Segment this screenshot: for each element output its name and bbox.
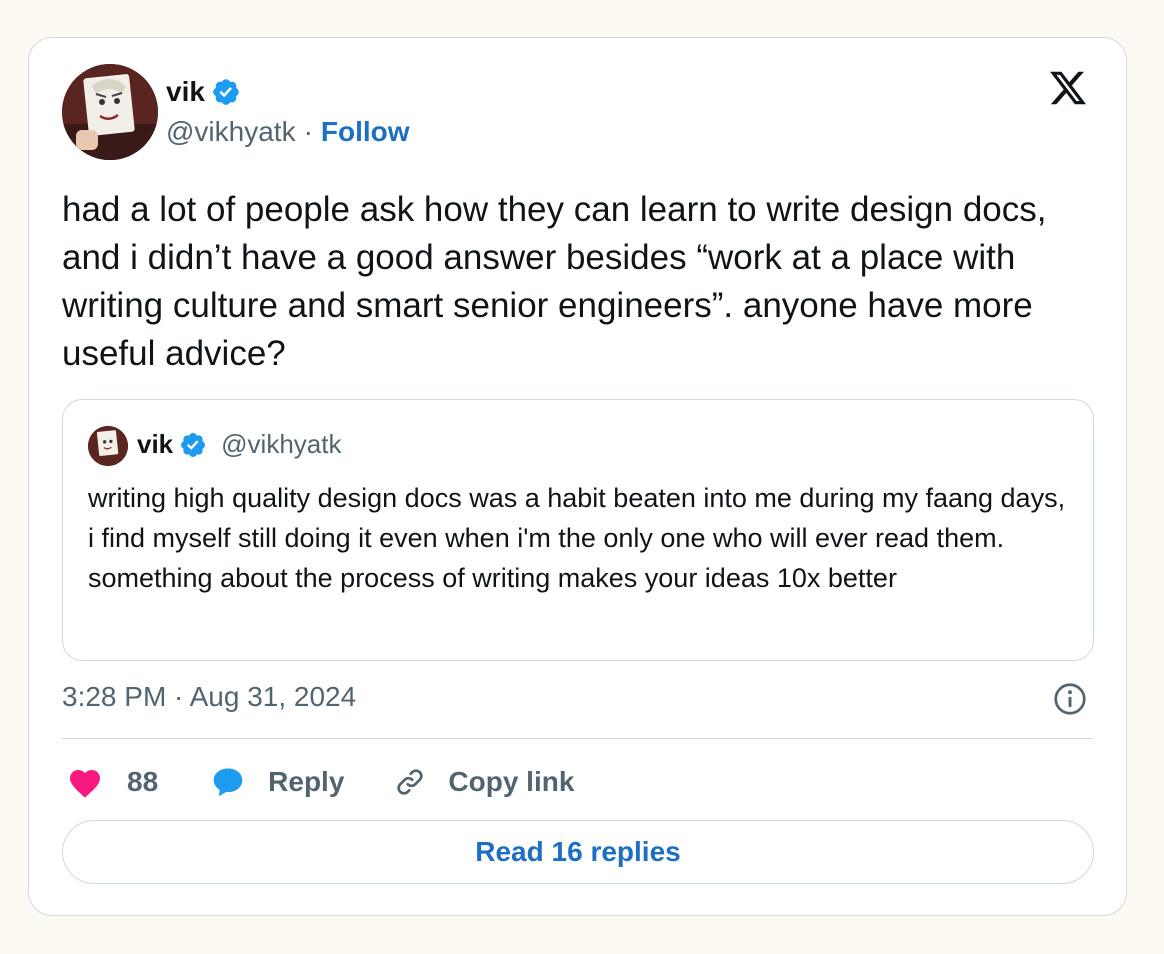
reply-button[interactable]: Reply	[210, 764, 392, 800]
author-name[interactable]: vik	[166, 76, 205, 108]
info-icon[interactable]	[1052, 681, 1088, 717]
read-replies-button[interactable]: Read 16 replies	[62, 820, 1094, 884]
avatar[interactable]	[62, 64, 158, 160]
x-logo-icon[interactable]	[1046, 68, 1090, 108]
verified-badge-icon	[213, 79, 239, 105]
author-handle-row: @vikhyatk · Follow	[166, 116, 410, 148]
author-name-row: vik	[166, 76, 241, 108]
copy-link-label: Copy link	[448, 766, 575, 797]
copy-link-button[interactable]: Copy link	[392, 764, 574, 800]
separator-dot: ·	[303, 116, 313, 147]
like-button[interactable]: 88	[67, 765, 210, 799]
author-handle[interactable]: @vikhyatk	[166, 116, 296, 148]
quoted-header: vik @vikhyatk	[137, 429, 341, 460]
follow-button[interactable]: Follow	[321, 116, 410, 148]
reply-bubble-icon	[213, 768, 243, 797]
link-icon	[397, 769, 424, 795]
verified-badge-icon	[181, 432, 206, 457]
action-bar: 88 Reply Copy link	[67, 760, 574, 804]
tweet-timestamp[interactable]: 3:28 PM · Aug 31, 2024	[62, 681, 356, 713]
heart-icon	[70, 770, 100, 798]
quoted-author-name: vik	[137, 429, 174, 459]
tweet-text: had a lot of people ask how they can lea…	[62, 190, 1047, 373]
tweet-card: vik @vikhyatk · Follow had a lot of peop…	[28, 37, 1127, 916]
quoted-tweet-text: writing high quality design docs was a h…	[88, 483, 1066, 593]
quoted-author-handle: @vikhyatk	[221, 429, 342, 459]
quoted-tweet[interactable]: vik @vikhyatk writing high quality desig…	[62, 399, 1094, 661]
quoted-avatar[interactable]	[88, 426, 128, 466]
reply-label: Reply	[268, 766, 345, 797]
like-count: 88	[127, 766, 159, 797]
divider	[62, 738, 1093, 739]
